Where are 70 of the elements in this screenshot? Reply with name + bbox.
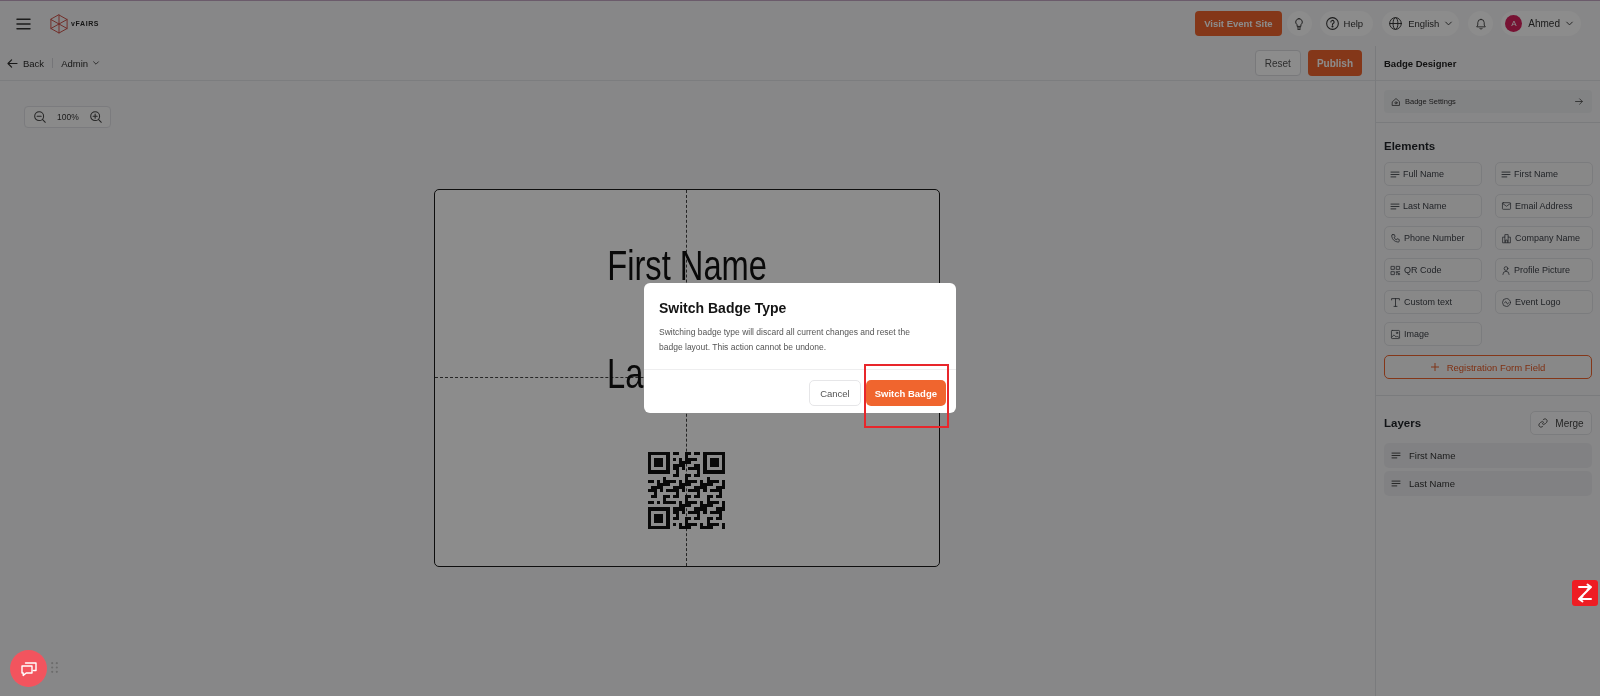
arrow-right-icon — [1575, 98, 1583, 105]
ideas-button[interactable] — [1286, 11, 1312, 36]
add-field-button[interactable]: Registration Form Field — [1384, 355, 1592, 379]
badge-text: La — [607, 356, 644, 391]
text-lines-icon — [1391, 202, 1399, 210]
qr-code-icon — [1391, 265, 1400, 275]
chevron-down-icon — [1566, 21, 1573, 26]
lightbulb-icon — [1295, 17, 1304, 30]
link-icon — [1538, 418, 1549, 428]
user-avatar: A — [1505, 15, 1523, 32]
merge-button[interactable]: Merge — [1530, 411, 1592, 435]
text-lines-icon — [1392, 480, 1400, 487]
menu-icon[interactable] — [17, 17, 30, 30]
layer-item[interactable]: First Name — [1384, 443, 1592, 468]
panel-title: Badge Designer — [1384, 57, 1457, 69]
visit-site-button[interactable]: Visit Event Site — [1195, 11, 1282, 36]
reset-button[interactable]: Reset — [1254, 50, 1301, 76]
qr-code-icon — [648, 452, 725, 529]
envelope-icon — [1502, 202, 1511, 210]
text-lines-icon — [1392, 452, 1400, 459]
image-icon — [1391, 329, 1400, 339]
house-icon — [1392, 97, 1400, 106]
phone-icon — [1391, 233, 1400, 243]
element-button[interactable]: Email Address — [1495, 194, 1593, 218]
cancel-button[interactable]: Cancel — [809, 380, 861, 406]
section-title: Layers — [1384, 416, 1422, 430]
person-icon — [1502, 265, 1510, 275]
workspace-dropdown[interactable]: Admin — [61, 53, 100, 73]
dialog-title: Switch Badge Type — [659, 299, 787, 317]
element-button[interactable]: Profile Picture — [1495, 258, 1593, 282]
text-lines-icon — [1391, 170, 1399, 178]
zoom-out-icon[interactable] — [34, 111, 46, 123]
drag-handle-icon[interactable] — [51, 662, 58, 673]
back-button[interactable]: Back — [7, 53, 45, 73]
layer-item[interactable]: Last Name — [1384, 471, 1592, 496]
chat-button[interactable] — [10, 650, 47, 687]
publish-button[interactable]: Publish — [1307, 50, 1362, 76]
globe-icon — [1389, 17, 1403, 30]
bell-icon — [1475, 17, 1486, 30]
element-button[interactable]: QR Code — [1384, 258, 1482, 282]
element-button[interactable]: Event Logo — [1495, 290, 1593, 314]
text-lines-icon — [1502, 170, 1510, 178]
chat-icon — [20, 661, 37, 676]
help-icon — [1325, 17, 1339, 30]
element-button[interactable]: Last Name — [1384, 194, 1482, 218]
element-button[interactable]: Image — [1384, 322, 1482, 346]
plus-icon — [1430, 363, 1439, 371]
arrow-left-icon — [7, 58, 18, 68]
element-button[interactable]: First Name — [1495, 162, 1593, 186]
badge-text: First Name — [607, 248, 767, 283]
chevron-down-icon — [93, 61, 100, 65]
text-t-icon — [1391, 297, 1400, 307]
building-icon — [1502, 233, 1511, 243]
element-button[interactable]: Custom text — [1384, 290, 1482, 314]
zoom-level: 100% — [57, 112, 79, 122]
element-button[interactable]: Phone Number — [1384, 226, 1482, 250]
language-selector[interactable]: English — [1382, 11, 1460, 36]
notifications-button[interactable] — [1468, 11, 1494, 36]
zoom-in-icon[interactable] — [89, 111, 102, 123]
wave-circle-icon — [1502, 297, 1511, 307]
chevron-down-icon — [1445, 21, 1453, 26]
element-button[interactable]: Full Name — [1384, 162, 1482, 186]
cube-logo-icon — [50, 13, 68, 34]
dialog-message: Switching badge type will discard all current changes and reset the badge layout. This action cannot be undone. — [659, 326, 911, 354]
confirm-button[interactable]: Switch Badge — [865, 380, 946, 406]
z-arrows-icon[interactable] — [1572, 580, 1598, 606]
section-title: Elements — [1384, 139, 1436, 153]
user-menu-button[interactable]: A Ahmed — [1501, 11, 1581, 36]
help-button[interactable]: Help — [1319, 11, 1374, 36]
element-button[interactable]: Company Name — [1495, 226, 1593, 250]
